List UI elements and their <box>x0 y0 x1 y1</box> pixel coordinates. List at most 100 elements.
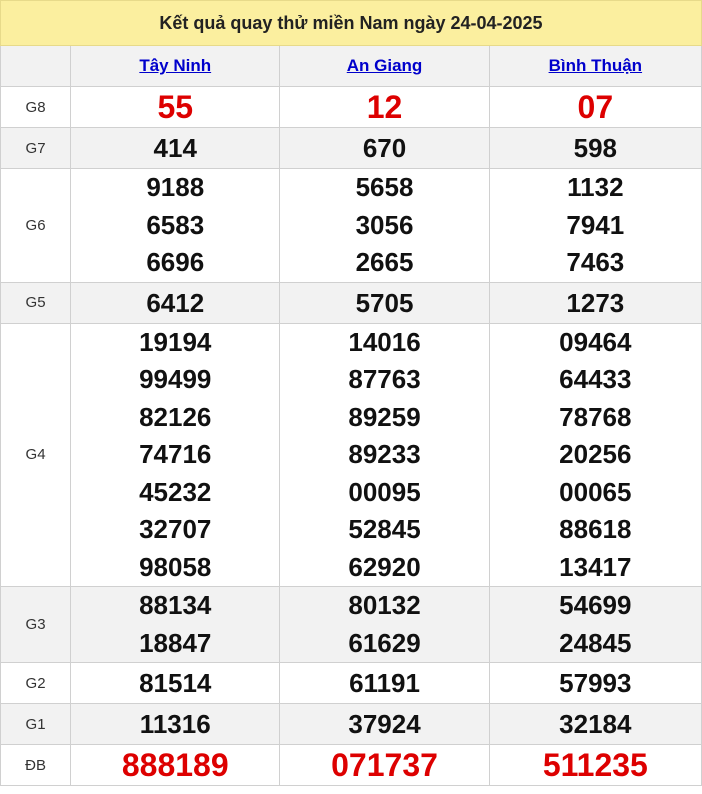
prize-number: 2665 <box>355 247 414 277</box>
prize-number: 6583 <box>146 209 205 240</box>
prize-number: 55 <box>157 89 194 125</box>
prize-cell: 6412 <box>70 281 281 324</box>
province-link-binh-thuan[interactable]: Bình Thuận <box>549 56 642 75</box>
prize-number: 7463 <box>566 247 625 277</box>
prize-label: G8 <box>0 86 72 128</box>
prize-number: 888189 <box>121 747 229 783</box>
prize-number: 45232 <box>139 476 212 507</box>
results-container: Kết quả quay thử miền Nam ngày 24-04-202… <box>0 0 702 786</box>
prize-number: 37924 <box>348 709 421 739</box>
prize-cell: 5658 3056 2665 <box>279 168 490 283</box>
prize-number: 89259 <box>348 401 421 432</box>
prize-number: 5658 <box>355 172 414 202</box>
title-row: Kết quả quay thử miền Nam ngày 24-04-202… <box>0 0 702 46</box>
prize-number: 80132 <box>348 590 421 620</box>
prize-number: 32184 <box>559 709 632 739</box>
province-link-tay-ninh[interactable]: Tây Ninh <box>139 56 211 75</box>
prize-number: 61191 <box>349 668 420 698</box>
prize-number: 20256 <box>559 439 632 469</box>
prize-number: 07 <box>577 89 614 125</box>
prize-number: 7941 <box>566 209 625 240</box>
prize-number: 62920 <box>348 551 421 582</box>
prize-number: 82126 <box>139 401 212 432</box>
page-title: Kết quả quay thử miền Nam ngày 24-04-202… <box>0 0 702 46</box>
prize-cell: 598 <box>488 127 702 169</box>
prize-cell: 1132 7941 7463 <box>488 168 702 283</box>
prize-number: 11316 <box>139 709 211 739</box>
prize-number: 511235 <box>542 747 648 783</box>
prize-cell: 88134 18847 <box>70 586 281 663</box>
prize-row: G8 55 12 07 <box>0 86 702 128</box>
prize-number: 19194 <box>139 326 212 357</box>
prize-cell: 1273 <box>488 281 702 324</box>
prize-row: G4 19194 99499 82126 74716 45232 32707 98058 140… <box>0 322 702 587</box>
prize-number: 61629 <box>348 627 421 658</box>
prize-number: 54699 <box>559 590 632 620</box>
prize-label: G2 <box>0 662 72 704</box>
prize-cell: 81514 <box>70 662 281 704</box>
prize-cell: 32184 <box>488 703 702 745</box>
prize-number: 89233 <box>348 439 421 469</box>
prize-row: G2 81514 61191 57993 <box>0 662 702 704</box>
prize-number: 78768 <box>559 401 632 432</box>
prize-cell: 14016 87763 89259 89233 00095 52845 62920 <box>279 322 490 587</box>
prize-number: 18847 <box>139 627 212 658</box>
province-link-an-giang[interactable]: An Giang <box>347 56 423 75</box>
prize-number: 6412 <box>146 287 205 318</box>
prize-number: 52845 <box>348 514 421 544</box>
prize-number: 598 <box>573 133 618 163</box>
prize-number: 81514 <box>139 668 212 698</box>
prize-cell: 09464 64433 78768 20256 00065 88618 13417 <box>488 322 702 587</box>
prize-cell: 57993 <box>488 662 702 704</box>
prize-cell: 888189 <box>70 744 281 786</box>
prize-cell: 19194 99499 82126 74716 45232 32707 98058 <box>70 322 281 587</box>
prize-row: ĐB 888189 071737 511235 <box>0 744 702 786</box>
prize-cell: 61191 <box>279 662 490 704</box>
prize-label: G5 <box>0 281 72 324</box>
prize-cell: 071737 <box>279 744 490 786</box>
prize-row: G1 11316 37924 32184 <box>0 703 702 745</box>
prize-label: G1 <box>0 703 72 745</box>
prize-cell: 414 <box>70 127 281 169</box>
prize-label: G4 <box>0 322 72 587</box>
prize-number: 88618 <box>559 514 632 544</box>
prize-cell: 5705 <box>279 281 490 324</box>
prize-number: 1132 <box>567 172 624 202</box>
prize-number: 1273 <box>566 287 625 318</box>
prize-number: 5705 <box>355 287 414 318</box>
prize-number: 00095 <box>348 476 421 507</box>
prize-label: G6 <box>0 168 72 283</box>
prize-number: 24845 <box>559 627 632 658</box>
prize-number: 00065 <box>559 476 632 507</box>
prize-number: 87763 <box>348 364 421 394</box>
prize-number: 74716 <box>139 439 212 469</box>
header-row: Tây Ninh An Giang Bình Thuận <box>0 45 702 87</box>
prize-label: ĐB <box>0 744 72 786</box>
prize-label: G7 <box>0 127 72 169</box>
prize-cell: 07 <box>488 86 702 128</box>
prize-cell: 80132 61629 <box>279 586 490 663</box>
prize-label: G3 <box>0 586 72 663</box>
prize-number: 57993 <box>559 668 632 698</box>
province-header-2: An Giang <box>279 45 490 87</box>
results-table: Kết quả quay thử miền Nam ngày 24-04-202… <box>0 0 702 786</box>
prize-number: 670 <box>362 133 407 163</box>
prize-number: 9188 <box>146 172 205 202</box>
prize-number: 64433 <box>559 364 632 394</box>
prize-number: 414 <box>153 133 197 163</box>
prize-cell: 37924 <box>279 703 490 745</box>
prize-cell: 55 <box>70 86 281 128</box>
prize-cell: 511235 <box>488 744 702 786</box>
prize-row: G5 6412 5705 1273 <box>0 281 702 324</box>
province-header-1: Tây Ninh <box>70 45 281 87</box>
prize-number: 14016 <box>348 326 421 357</box>
prize-row: G6 9188 6583 6696 5658 3056 2665 1132 7941 7463 <box>0 168 702 283</box>
prize-number: 6696 <box>146 247 205 277</box>
prize-number: 071737 <box>331 747 438 783</box>
prize-cell: 670 <box>279 127 490 169</box>
prize-number: 13417 <box>559 551 632 582</box>
prize-row: G3 88134 18847 80132 61629 54699 24845 <box>0 586 702 663</box>
prize-cell: 9188 6583 6696 <box>70 168 281 283</box>
prize-number: 12 <box>366 89 403 125</box>
prize-cell: 54699 24845 <box>488 586 702 663</box>
